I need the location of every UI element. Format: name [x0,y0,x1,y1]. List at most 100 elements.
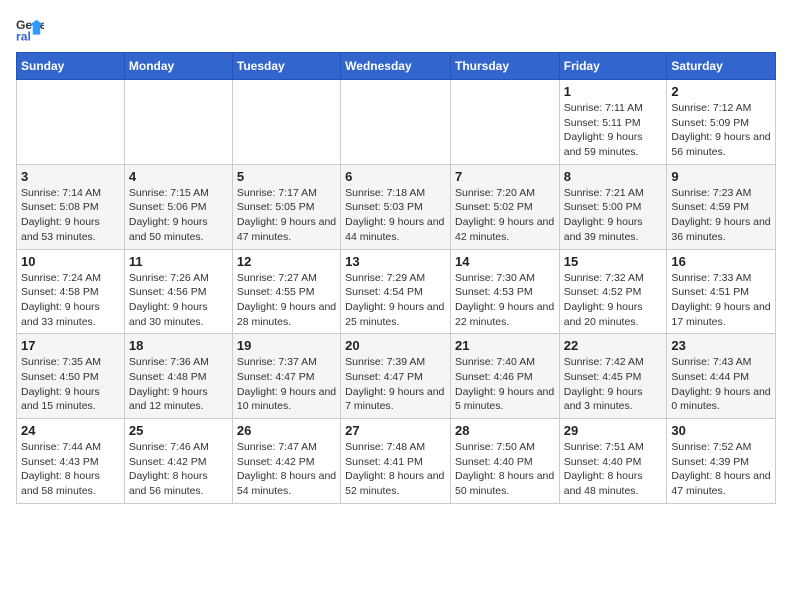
day-info: Sunrise: 7:52 AM Sunset: 4:39 PM Dayligh… [671,440,771,499]
calendar-cell [341,80,451,165]
day-number: 3 [21,169,120,184]
calendar-cell [124,80,232,165]
day-number: 29 [564,423,663,438]
calendar-cell: 21 Sunrise: 7:40 AM Sunset: 4:46 PM Dayli… [450,334,559,419]
day-info: Sunrise: 7:18 AM Sunset: 5:03 PM Dayligh… [345,186,446,245]
day-info: Sunrise: 7:44 AM Sunset: 4:43 PM Dayligh… [21,440,120,499]
day-info: Sunrise: 7:23 AM Sunset: 4:59 PM Dayligh… [671,186,771,245]
day-info: Sunrise: 7:50 AM Sunset: 4:40 PM Dayligh… [455,440,555,499]
day-info: Sunrise: 7:47 AM Sunset: 4:42 PM Dayligh… [237,440,336,499]
day-number: 7 [455,169,555,184]
page-header: Gene ral [16,16,776,44]
day-info: Sunrise: 7:17 AM Sunset: 5:05 PM Dayligh… [237,186,336,245]
calendar-week-row: 3 Sunrise: 7:14 AM Sunset: 5:08 PM Daylig… [17,164,776,249]
calendar-cell: 20Sunrise: 7:39 AM Sunset: 4:47 PM Dayli… [341,334,451,419]
calendar-cell: 13Sunrise: 7:29 AM Sunset: 4:54 PM Dayli… [341,249,451,334]
day-info: Sunrise: 7:29 AM Sunset: 4:54 PM Dayligh… [345,271,446,330]
day-number: 6 [345,169,446,184]
calendar-week-row: 10 Sunrise: 7:24 AM Sunset: 4:58 PM Dayli… [17,249,776,334]
day-number: 12 [237,254,336,269]
calendar-header-row: SundayMondayTuesdayWednesdayThursdayFrid… [17,53,776,80]
day-header-thursday: Thursday [450,53,559,80]
day-number: 17 [21,338,120,353]
calendar-cell: 1 Sunrise: 7:11 AM Sunset: 5:11 PM Daylig… [559,80,667,165]
day-number: 20 [345,338,446,353]
calendar-week-row: 17 Sunrise: 7:35 AM Sunset: 4:50 PM Dayli… [17,334,776,419]
calendar-cell: 27Sunrise: 7:48 AM Sunset: 4:41 PM Dayli… [341,419,451,504]
day-info: Sunrise: 7:37 AM Sunset: 4:47 PM Dayligh… [237,355,336,414]
day-number: 11 [129,254,228,269]
day-info: Sunrise: 7:35 AM Sunset: 4:50 PM Dayligh… [21,355,120,414]
day-number: 18 [129,338,228,353]
day-info: Sunrise: 7:21 AM Sunset: 5:00 PM Dayligh… [564,186,663,245]
day-info: Sunrise: 7:30 AM Sunset: 4:53 PM Dayligh… [455,271,555,330]
calendar-cell: 8Sunrise: 7:21 AM Sunset: 5:00 PM Daylig… [559,164,667,249]
calendar-cell [450,80,559,165]
calendar-cell: 23 Sunrise: 7:43 AM Sunset: 4:44 PM Dayli… [667,334,776,419]
calendar-cell: 4 Sunrise: 7:15 AM Sunset: 5:06 PM Daylig… [124,164,232,249]
day-number: 2 [671,84,771,99]
day-number: 22 [564,338,663,353]
calendar-cell: 16 Sunrise: 7:33 AM Sunset: 4:51 PM Dayli… [667,249,776,334]
day-number: 1 [564,84,663,99]
day-number: 25 [129,423,228,438]
day-info: Sunrise: 7:14 AM Sunset: 5:08 PM Dayligh… [21,186,120,245]
calendar-cell: 24 Sunrise: 7:44 AM Sunset: 4:43 PM Dayli… [17,419,125,504]
calendar-cell: 25 Sunrise: 7:46 AM Sunset: 4:42 PM Dayli… [124,419,232,504]
day-number: 30 [671,423,771,438]
logo-icon: Gene ral [16,16,44,44]
calendar-cell: 19Sunrise: 7:37 AM Sunset: 4:47 PM Dayli… [232,334,340,419]
day-number: 16 [671,254,771,269]
day-info: Sunrise: 7:48 AM Sunset: 4:41 PM Dayligh… [345,440,446,499]
day-info: Sunrise: 7:27 AM Sunset: 4:55 PM Dayligh… [237,271,336,330]
calendar-cell: 17 Sunrise: 7:35 AM Sunset: 4:50 PM Dayli… [17,334,125,419]
day-info: Sunrise: 7:24 AM Sunset: 4:58 PM Dayligh… [21,271,120,330]
day-info: Sunrise: 7:46 AM Sunset: 4:42 PM Dayligh… [129,440,228,499]
day-info: Sunrise: 7:33 AM Sunset: 4:51 PM Dayligh… [671,271,771,330]
calendar-cell [232,80,340,165]
day-number: 28 [455,423,555,438]
day-header-sunday: Sunday [17,53,125,80]
calendar-cell: 12 Sunrise: 7:27 AM Sunset: 4:55 PM Dayli… [232,249,340,334]
day-info: Sunrise: 7:12 AM Sunset: 5:09 PM Dayligh… [671,101,771,160]
calendar-table: SundayMondayTuesdayWednesdayThursdayFrid… [16,52,776,504]
day-info: Sunrise: 7:42 AM Sunset: 4:45 PM Dayligh… [564,355,663,414]
calendar-cell: 22 Sunrise: 7:42 AM Sunset: 4:45 PM Dayli… [559,334,667,419]
day-header-monday: Monday [124,53,232,80]
calendar-cell: 30 Sunrise: 7:52 AM Sunset: 4:39 PM Dayli… [667,419,776,504]
day-number: 10 [21,254,120,269]
day-header-saturday: Saturday [667,53,776,80]
day-info: Sunrise: 7:20 AM Sunset: 5:02 PM Dayligh… [455,186,555,245]
day-number: 9 [671,169,771,184]
day-number: 14 [455,254,555,269]
day-info: Sunrise: 7:15 AM Sunset: 5:06 PM Dayligh… [129,186,228,245]
calendar-cell: 14 Sunrise: 7:30 AM Sunset: 4:53 PM Dayli… [450,249,559,334]
day-header-tuesday: Tuesday [232,53,340,80]
calendar-cell: 28 Sunrise: 7:50 AM Sunset: 4:40 PM Dayli… [450,419,559,504]
calendar-cell [17,80,125,165]
logo: Gene ral [16,16,46,44]
day-info: Sunrise: 7:40 AM Sunset: 4:46 PM Dayligh… [455,355,555,414]
day-number: 15 [564,254,663,269]
day-info: Sunrise: 7:11 AM Sunset: 5:11 PM Dayligh… [564,101,663,160]
calendar-cell: 9 Sunrise: 7:23 AM Sunset: 4:59 PM Daylig… [667,164,776,249]
calendar-cell: 6 Sunrise: 7:18 AM Sunset: 5:03 PM Daylig… [341,164,451,249]
day-info: Sunrise: 7:36 AM Sunset: 4:48 PM Dayligh… [129,355,228,414]
day-header-friday: Friday [559,53,667,80]
day-info: Sunrise: 7:51 AM Sunset: 4:40 PM Dayligh… [564,440,663,499]
day-number: 21 [455,338,555,353]
day-number: 5 [237,169,336,184]
calendar-cell: 3 Sunrise: 7:14 AM Sunset: 5:08 PM Daylig… [17,164,125,249]
calendar-week-row: 24 Sunrise: 7:44 AM Sunset: 4:43 PM Dayli… [17,419,776,504]
day-number: 23 [671,338,771,353]
calendar-cell: 29 Sunrise: 7:51 AM Sunset: 4:40 PM Dayli… [559,419,667,504]
calendar-cell: 11Sunrise: 7:26 AM Sunset: 4:56 PM Dayli… [124,249,232,334]
calendar-cell: 7 Sunrise: 7:20 AM Sunset: 5:02 PM Daylig… [450,164,559,249]
day-info: Sunrise: 7:43 AM Sunset: 4:44 PM Dayligh… [671,355,771,414]
day-header-wednesday: Wednesday [341,53,451,80]
day-number: 24 [21,423,120,438]
calendar-cell: 15Sunrise: 7:32 AM Sunset: 4:52 PM Dayli… [559,249,667,334]
day-number: 26 [237,423,336,438]
svg-text:ral: ral [16,29,31,43]
day-number: 4 [129,169,228,184]
